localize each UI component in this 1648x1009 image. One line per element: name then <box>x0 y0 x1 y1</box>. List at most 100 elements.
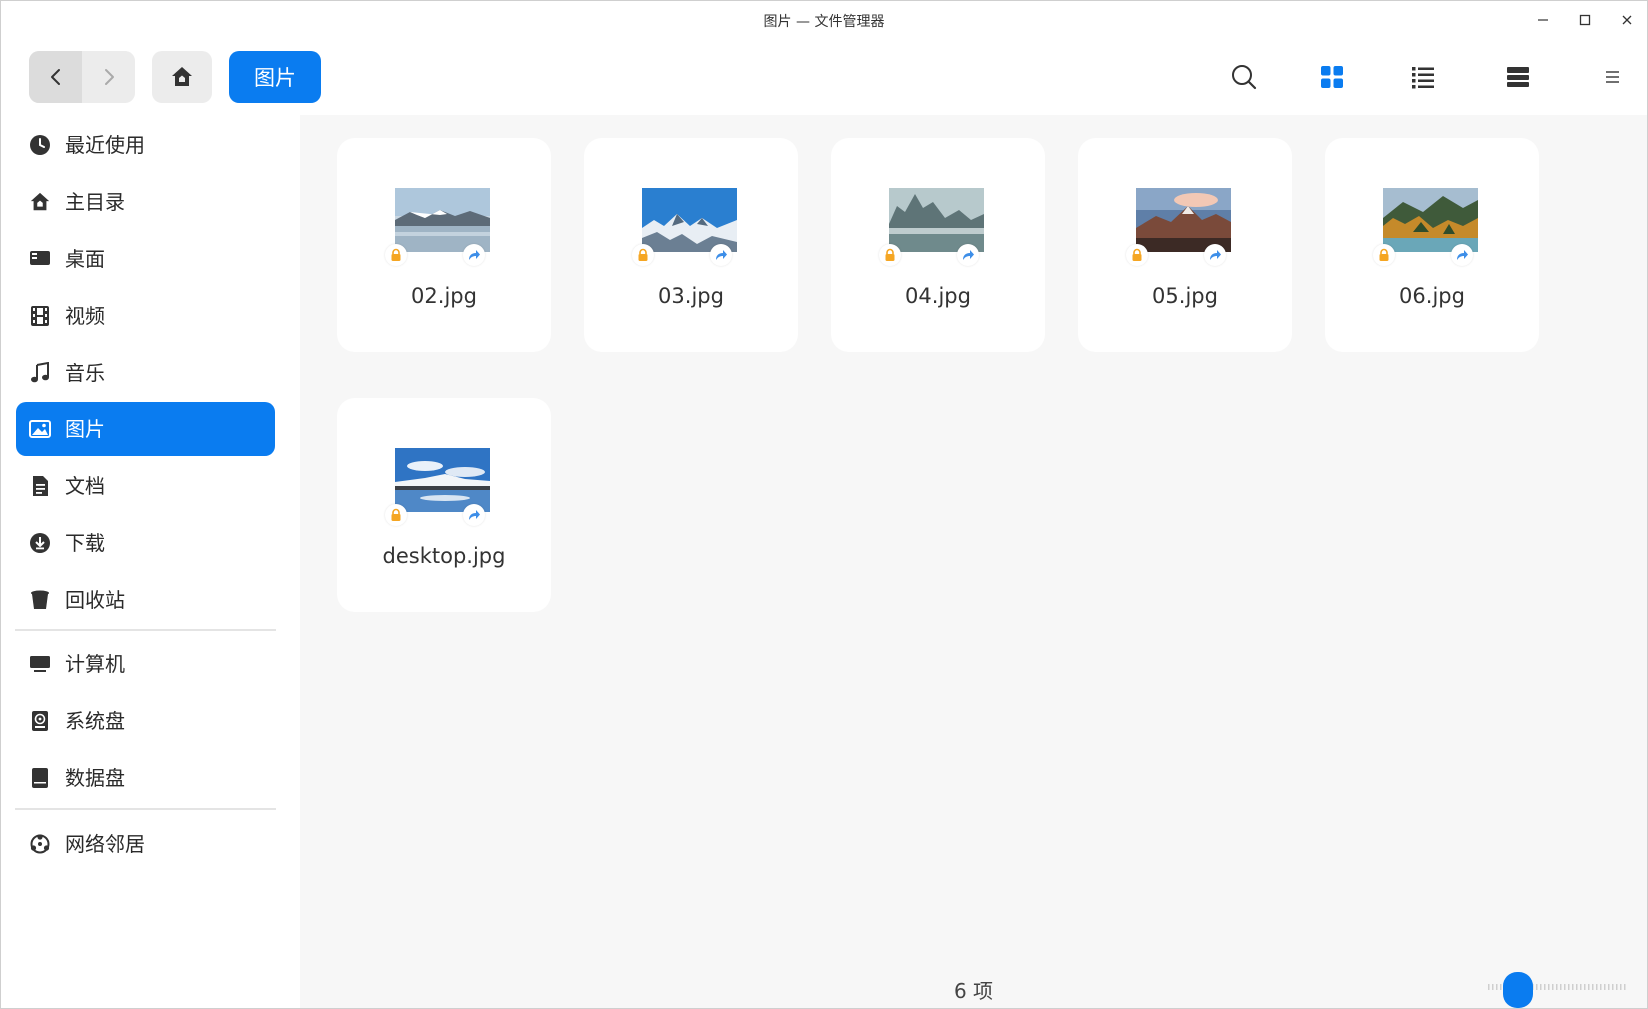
clock-icon <box>28 133 52 157</box>
item-count: 6 项 <box>953 979 994 1003</box>
close-icon <box>1622 15 1632 25</box>
title-bar: 图片 — 文件管理器 <box>1 1 1647 39</box>
sidebar-item-label: 桌面 <box>65 247 105 271</box>
close-button[interactable] <box>1616 9 1638 31</box>
sidebar-item-data-disk[interactable]: 数据盘 <box>16 751 275 805</box>
share-icon <box>463 244 485 266</box>
sidebar-item-music[interactable]: 音乐 <box>16 346 275 400</box>
lock-icon <box>632 244 654 266</box>
music-note-icon <box>28 361 52 385</box>
lock-icon <box>1373 244 1395 266</box>
search-button[interactable] <box>1227 60 1261 94</box>
file-name: 06.jpg <box>1399 284 1465 308</box>
file-manager-window: 图片 — 文件管理器 图片 最近使用 主目录 桌面 视频 音乐 图片 文档 下载… <box>0 0 1648 1009</box>
sidebar-item-videos[interactable]: 视频 <box>16 289 275 343</box>
list-view-button[interactable] <box>1406 60 1440 94</box>
trash-icon <box>28 588 52 612</box>
share-icon <box>1204 244 1226 266</box>
lock-icon <box>385 504 407 526</box>
sidebar-item-computer[interactable]: 计算机 <box>16 637 275 691</box>
network-icon <box>28 832 52 856</box>
icon-view-button[interactable] <box>1315 60 1349 94</box>
file-tile[interactable]: desktop.jpg <box>337 398 551 612</box>
forward-icon <box>104 69 114 85</box>
share-icon <box>463 504 485 526</box>
sidebar-item-label: 网络邻居 <box>65 832 145 856</box>
breadcrumb-current[interactable]: 图片 <box>229 51 321 103</box>
sidebar-item-label: 主目录 <box>65 190 125 214</box>
window-title: 图片 — 文件管理器 <box>763 14 885 30</box>
file-name: desktop.jpg <box>382 544 506 568</box>
computer-icon <box>28 652 52 676</box>
maximize-button[interactable] <box>1574 9 1596 31</box>
file-tile[interactable]: 04.jpg <box>831 138 1045 352</box>
back-icon <box>50 69 60 85</box>
sidebar-item-documents[interactable]: 文档 <box>16 459 275 513</box>
home-icon <box>28 190 52 214</box>
sidebar-item-desktop[interactable]: 桌面 <box>16 232 275 286</box>
image-thumbnail <box>1383 188 1478 252</box>
image-thumbnail <box>395 448 490 512</box>
detail-view-button[interactable] <box>1501 60 1535 94</box>
detail-view-icon <box>1507 67 1529 87</box>
file-tile[interactable]: 06.jpg <box>1325 138 1539 352</box>
file-name: 04.jpg <box>905 284 971 308</box>
navigation-group <box>29 51 135 103</box>
sidebar-item-system-disk[interactable]: 系统盘 <box>16 694 275 748</box>
image-thumbnail <box>1136 188 1231 252</box>
sidebar-divider <box>15 808 276 810</box>
sidebar-item-label: 回收站 <box>65 588 125 612</box>
sidebar-item-label: 系统盘 <box>65 709 125 733</box>
file-tile[interactable]: 02.jpg <box>337 138 551 352</box>
lock-icon <box>385 244 407 266</box>
maximize-icon <box>1579 14 1591 26</box>
sidebar-item-network[interactable]: 网络邻居 <box>16 817 275 871</box>
back-button[interactable] <box>29 51 82 103</box>
zoom-slider-handle[interactable] <box>1503 972 1533 1008</box>
toolbar: 图片 <box>1 40 1647 115</box>
sidebar-item-label: 视频 <box>65 304 105 328</box>
minimize-button[interactable] <box>1532 9 1554 31</box>
icon-view-icon <box>1321 66 1343 88</box>
lock-icon <box>1126 244 1148 266</box>
sidebar-item-label: 音乐 <box>65 361 105 385</box>
file-tile[interactable]: 05.jpg <box>1078 138 1292 352</box>
file-tile[interactable]: 03.jpg <box>584 138 798 352</box>
sidebar-item-downloads[interactable]: 下载 <box>16 516 275 570</box>
image-thumbnail <box>889 188 984 252</box>
film-icon <box>28 304 52 328</box>
home-icon <box>172 67 192 86</box>
document-icon <box>28 474 52 498</box>
main-menu-button[interactable] <box>1595 60 1629 94</box>
download-icon <box>28 531 52 555</box>
data-disk-icon <box>28 766 52 790</box>
sidebar-item-label: 图片 <box>65 417 105 441</box>
sidebar-item-label: 下载 <box>65 531 105 555</box>
lock-icon <box>879 244 901 266</box>
sidebar-item-trash[interactable]: 回收站 <box>16 573 275 627</box>
sidebar-item-home[interactable]: 主目录 <box>16 175 275 229</box>
forward-button[interactable] <box>82 51 135 103</box>
menu-icon <box>1606 71 1619 83</box>
search-icon <box>1232 65 1257 90</box>
system-disk-icon <box>28 709 52 733</box>
sidebar-item-recent[interactable]: 最近使用 <box>16 118 275 172</box>
sidebar-item-label: 最近使用 <box>65 133 145 157</box>
sidebar-item-label: 计算机 <box>65 652 125 676</box>
file-view: 02.jpg 03.jpg 04.jpg 05.jpg 06.jpg deskt… <box>300 115 1647 1008</box>
share-icon <box>1451 244 1473 266</box>
home-button[interactable] <box>152 51 212 103</box>
sidebar: 最近使用 主目录 桌面 视频 音乐 图片 文档 下载 回收站 计算机 系统盘 数… <box>1 115 300 1008</box>
file-name: 05.jpg <box>1152 284 1218 308</box>
share-icon <box>710 244 732 266</box>
image-icon <box>28 417 52 441</box>
file-name: 02.jpg <box>411 284 477 308</box>
sidebar-item-pictures[interactable]: 图片 <box>16 402 275 456</box>
desktop-icon <box>28 247 52 271</box>
file-name: 03.jpg <box>658 284 724 308</box>
list-view-icon <box>1412 67 1434 89</box>
sidebar-item-label: 数据盘 <box>65 766 125 790</box>
share-icon <box>957 244 979 266</box>
image-thumbnail <box>395 188 490 252</box>
minimize-icon <box>1538 19 1548 21</box>
